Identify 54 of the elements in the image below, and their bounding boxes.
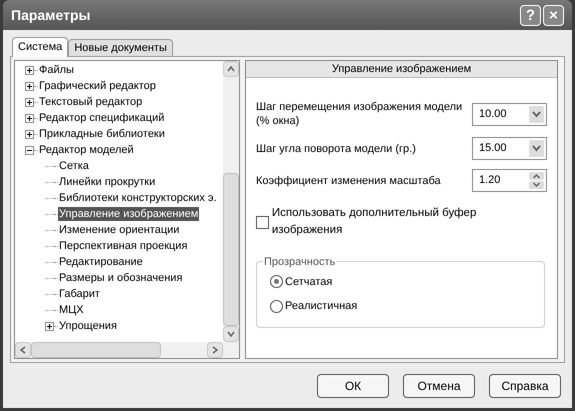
scroll-up-icon[interactable]: [223, 61, 239, 77]
tree-item[interactable]: Редактирование: [58, 255, 144, 269]
expand-icon[interactable]: [25, 82, 34, 90]
tree-item[interactable]: Линейки прокрутки: [58, 175, 156, 189]
field-label: Коэффициент изменения масштаба: [256, 174, 442, 188]
expand-icon[interactable]: [25, 114, 34, 122]
tree-item[interactable]: Сетка: [58, 159, 90, 173]
tree-item[interactable]: Упрощения: [58, 319, 118, 333]
expand-icon[interactable]: [45, 322, 54, 330]
horizontal-scrollbar[interactable]: [15, 342, 239, 358]
checkbox[interactable]: [256, 216, 269, 229]
tab[interactable]: Система: [12, 37, 68, 57]
tree-item[interactable]: Файлы: [38, 63, 75, 77]
tree-item[interactable]: Библиотеки конструкторских э.: [58, 191, 218, 205]
spin-field[interactable]: 1.20: [472, 169, 547, 192]
help-button[interactable]: ?: [520, 4, 541, 26]
field-label: Шаг угла поворота модели (гр.): [256, 142, 417, 156]
dropdown-field[interactable]: 10.00: [472, 102, 547, 126]
tree-item[interactable]: Размеры и обозначения: [58, 271, 184, 285]
tree-item[interactable]: Текстовый редактор: [38, 95, 144, 109]
spin-arrows-icon[interactable]: [529, 172, 544, 189]
tree-item[interactable]: Изменение ориентации: [58, 223, 180, 237]
scroll-right-icon[interactable]: [207, 342, 223, 358]
radio-label: Сетчатая: [285, 274, 332, 290]
panel-title: Управление изображением: [332, 62, 472, 77]
scroll-left-icon[interactable]: [15, 342, 31, 358]
vertical-scrollbar[interactable]: [223, 61, 239, 342]
tree-item[interactable]: Управление изображением: [58, 207, 200, 221]
tree-item[interactable]: Перспективная проекция: [58, 239, 188, 253]
tree-item[interactable]: Редактор моделей: [38, 143, 135, 157]
close-button[interactable]: ×: [543, 4, 564, 26]
collapse-icon[interactable]: [25, 146, 34, 154]
radio-button[interactable]: [270, 275, 283, 288]
dialog-button[interactable]: ОК: [317, 374, 389, 398]
scroll-down-icon[interactable]: [223, 326, 239, 342]
dropdown-field[interactable]: 15.00: [472, 137, 547, 160]
tree-item[interactable]: Габарит: [58, 287, 101, 301]
radio-button[interactable]: [270, 300, 283, 313]
tree-item[interactable]: Графический редактор: [38, 79, 157, 93]
dialog-button[interactable]: Отмена: [403, 374, 475, 398]
expand-icon[interactable]: [25, 66, 34, 74]
tree-item[interactable]: Прикладные библиотеки: [38, 127, 166, 141]
field-label: Шаг перемещения изображения модели (% окна): [256, 100, 464, 128]
dialog-button[interactable]: Справка: [489, 374, 561, 398]
tab[interactable]: Новые документы: [68, 39, 173, 56]
radio-label: Реалистичная: [285, 299, 358, 314]
tree-item[interactable]: Редактор спецификаций: [38, 111, 166, 125]
scroll-thumb[interactable]: [31, 342, 161, 358]
expand-icon[interactable]: [25, 130, 34, 138]
checkbox-label: Использовать дополнительный буфер изображения: [272, 206, 478, 238]
expand-icon[interactable]: [25, 98, 34, 106]
tree-item[interactable]: МЦХ: [58, 303, 85, 317]
window-title: Параметры: [11, 6, 92, 25]
scroll-thumb[interactable]: [223, 173, 239, 326]
